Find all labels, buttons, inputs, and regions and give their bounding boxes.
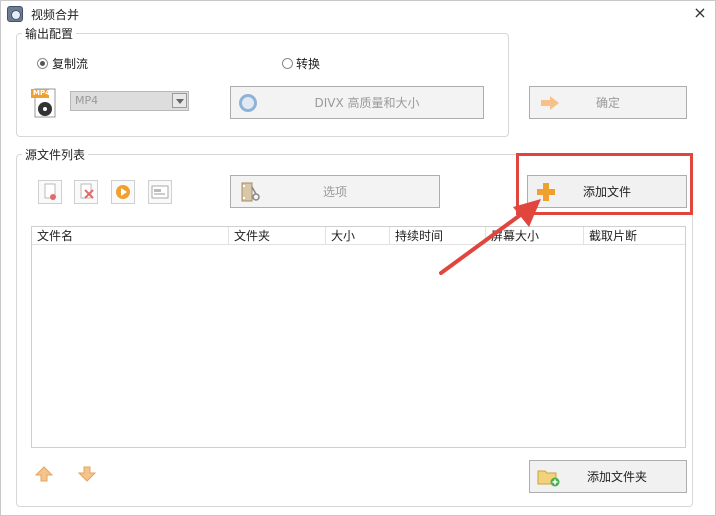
column-header-clip[interactable]: 截取片断 [584, 227, 685, 245]
add-folder-icon [537, 467, 561, 487]
confirm-button-label: 确定 [595, 96, 620, 110]
radio-copy-stream-label: 复制流 [52, 57, 89, 71]
chevron-down-icon[interactable] [172, 93, 187, 108]
move-up-icon[interactable] [34, 466, 54, 482]
options-button[interactable]: 选项 [230, 175, 440, 208]
confirm-button[interactable]: 确定 [529, 86, 687, 119]
clear-list-icon[interactable] [74, 180, 98, 204]
app-icon [7, 6, 23, 22]
close-button[interactable]: × [689, 3, 711, 23]
file-list[interactable]: 文件名 文件夹 大小 持续时间 屏幕大小 截取片断 [31, 226, 686, 448]
remove-file-icon[interactable] [38, 180, 62, 204]
title-bar: 视频合并 × [1, 1, 716, 27]
output-config-group [16, 33, 509, 137]
mp4-icon-text: MP4 [33, 89, 50, 97]
film-scissors-icon [240, 182, 262, 202]
profile-button-label: DIVX 高质量和大小 [314, 96, 420, 110]
column-header-folder[interactable]: 文件夹 [229, 227, 326, 245]
profile-button[interactable]: DIVX 高质量和大小 [230, 86, 484, 119]
output-config-legend: 输出配置 [22, 25, 77, 42]
radio-convert[interactable] [282, 58, 293, 69]
window-title: 视频合并 [31, 8, 80, 22]
file-list-header: 文件名 文件夹 大小 持续时间 屏幕大小 截取片断 [32, 227, 685, 245]
column-header-filename[interactable]: 文件名 [32, 227, 229, 245]
options-button-label: 选项 [322, 185, 347, 199]
move-down-icon[interactable] [77, 466, 97, 482]
settings-icon [239, 94, 257, 112]
source-files-legend: 源文件列表 [22, 146, 89, 163]
file-info-icon[interactable] [148, 180, 172, 204]
play-icon[interactable] [111, 180, 135, 204]
main-window: 视频合并 × 输出配置 复制流 转换 MP4 MP4 DIVX 高质量和大小 确… [0, 0, 716, 516]
add-folder-button[interactable]: 添加文件夹 [529, 460, 687, 493]
arrow-right-icon [540, 95, 560, 111]
radio-copy-stream[interactable] [37, 58, 48, 69]
mp4-format-icon: MP4 [30, 87, 60, 121]
add-folder-button-label: 添加文件夹 [586, 470, 647, 484]
radio-convert-label: 转换 [296, 57, 321, 71]
annotation-arrow [439, 199, 541, 275]
column-header-size[interactable]: 大小 [326, 227, 390, 245]
